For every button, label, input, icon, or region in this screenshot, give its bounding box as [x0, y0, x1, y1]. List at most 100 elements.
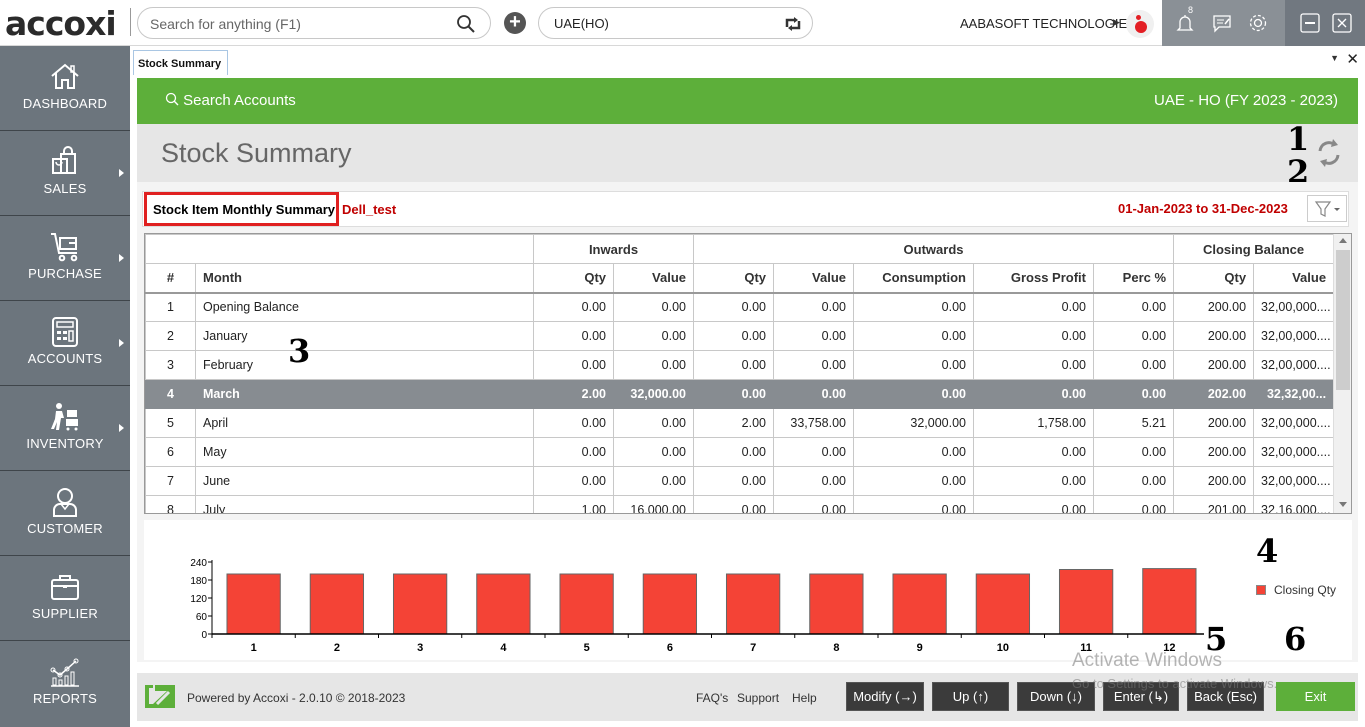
- company-avatar[interactable]: [1126, 10, 1154, 38]
- sidebar-label: REPORTS: [32, 691, 97, 706]
- cell-index: 3: [145, 350, 196, 380]
- cell-perc: 0.00: [1092, 495, 1175, 513]
- exit-button[interactable]: Exit: [1276, 682, 1355, 711]
- home-icon: [51, 63, 79, 89]
- sidebar-item-supplier[interactable]: SUPPLIER: [0, 556, 130, 641]
- table-row[interactable]: 4 March 2.00 32,000.00 0.00 0.00 0.00 0.00 0.00 2…: [145, 379, 1335, 409]
- cell-outwards-qty: 0.00: [693, 495, 774, 513]
- accoxi-logo: accoxi: [5, 4, 117, 43]
- col-header-perc[interactable]: Perc %: [1092, 263, 1175, 294]
- modify-button[interactable]: Modify (→): [846, 682, 924, 711]
- col-header-closing-qty[interactable]: Qty: [1173, 263, 1255, 294]
- col-header-inwards-qty[interactable]: Qty: [533, 263, 614, 294]
- switch-branch-icon[interactable]: [782, 13, 804, 35]
- add-button[interactable]: +: [504, 12, 526, 34]
- help-link[interactable]: Help: [792, 691, 817, 705]
- col-header-outwards-value[interactable]: Value: [773, 263, 854, 294]
- col-header-consumption[interactable]: Consumption: [853, 263, 974, 294]
- sidebar-item-accounts[interactable]: ACCOUNTS: [0, 301, 130, 386]
- minimize-icon[interactable]: [1299, 12, 1321, 34]
- cell-month: March: [195, 379, 534, 409]
- cell-inwards-qty: 0.00: [533, 321, 614, 351]
- close-icon[interactable]: [1331, 12, 1353, 34]
- table-row[interactable]: 1 Opening Balance 0.00 0.00 0.00 0.00 0.00 0.00…: [145, 292, 1335, 322]
- sidebar-item-inventory[interactable]: INVENTORY: [0, 386, 130, 471]
- cell-inwards-qty: 1.00: [533, 495, 614, 513]
- scroll-up-icon[interactable]: [1339, 238, 1347, 243]
- header-group-closing: Closing Balance: [1173, 234, 1335, 264]
- annotation-marker: 3: [288, 332, 311, 370]
- col-header-outwards-qty[interactable]: Qty: [693, 263, 774, 294]
- refresh-icon[interactable]: [1314, 136, 1344, 170]
- search-icon[interactable]: [456, 14, 476, 34]
- sidebar-item-customer[interactable]: CUSTOMER: [0, 471, 130, 556]
- table-row[interactable]: 2 January 0.00 0.00 0.00 0.00 0.00 0.00 0.00 200.…: [145, 321, 1335, 351]
- company-name[interactable]: AABASOFT TECHNOLOGIES: [960, 16, 1136, 31]
- message-icon[interactable]: [1211, 12, 1233, 34]
- cell-closing-qty: 200.00: [1173, 408, 1255, 438]
- branch-selector[interactable]: UAE(HO): [538, 7, 813, 39]
- filter-button[interactable]: [1307, 195, 1347, 222]
- global-search[interactable]: [137, 7, 491, 39]
- sidebar-label: CUSTOMER: [27, 521, 103, 536]
- table-row[interactable]: 5 April 0.00 0.00 2.00 33,758.00 32,000.00 1,75…: [145, 408, 1335, 438]
- sidebar-item-purchase[interactable]: PURCHASE: [0, 216, 130, 301]
- cell-index: 8: [145, 495, 196, 513]
- table-row[interactable]: 7 June 0.00 0.00 0.00 0.00 0.00 0.00 0.00 200.00 3…: [145, 466, 1335, 496]
- submenu-arrow-icon: [119, 424, 124, 432]
- tab-close-icon[interactable]: ✕: [1346, 50, 1359, 68]
- global-search-input[interactable]: [150, 14, 450, 34]
- header-group-row: Inwards Outwards Closing Balance: [145, 234, 1335, 264]
- tab-stock-summary[interactable]: Stock Summary: [133, 50, 228, 75]
- company-caret-icon[interactable]: ▶: [1113, 17, 1120, 28]
- cell-index: 5: [145, 408, 196, 438]
- cell-perc: 0.00: [1092, 321, 1175, 351]
- cell-inwards-qty: 0.00: [533, 466, 614, 496]
- table-row[interactable]: 6 May 0.00 0.00 0.00 0.00 0.00 0.00 0.00 200.00 32…: [145, 437, 1335, 467]
- cell-outwards-qty: 0.00: [693, 437, 774, 467]
- bar-closing-qty: [892, 573, 947, 635]
- table-row[interactable]: 3 February 0.00 0.00 0.00 0.00 0.00 0.00 0.00 200…: [145, 350, 1335, 380]
- sidebar-label: ACCOUNTS: [27, 351, 103, 366]
- cell-inwards-qty: 0.00: [533, 408, 614, 438]
- col-header-inwards-value[interactable]: Value: [613, 263, 694, 294]
- powered-by: Powered by Accoxi - 2.0.10 © 2018-2023: [187, 691, 406, 705]
- search-accounts-button[interactable]: Search Accounts: [165, 92, 296, 109]
- sidebar-item-sales[interactable]: SALES: [0, 131, 130, 216]
- sidebar-item-dashboard[interactable]: DASHBOARD: [0, 46, 130, 131]
- faq-link[interactable]: FAQ's: [696, 691, 728, 705]
- header-group-outwards: Outwards: [692, 234, 1175, 264]
- scroll-thumb[interactable]: [1336, 250, 1350, 390]
- x-tick-label: 8: [833, 642, 839, 654]
- table-scrollbar[interactable]: [1333, 234, 1351, 513]
- cell-outwards-value: 0.00: [773, 350, 854, 380]
- cell-gross-profit: 0.00: [973, 292, 1094, 322]
- sidebar-item-reports[interactable]: REPORTS: [0, 641, 130, 726]
- x-tick-label: 2: [334, 642, 340, 654]
- x-tick-label: 4: [500, 642, 507, 654]
- table-row[interactable]: 8 July 1.00 16,000.00 0.00 0.00 0.00 0.00 0.00 20…: [145, 495, 1335, 513]
- cell-outwards-value: 0.00: [773, 466, 854, 496]
- support-link[interactable]: Support: [737, 691, 779, 705]
- col-header-month[interactable]: Month: [195, 263, 534, 294]
- cart-icon: [51, 233, 78, 262]
- tab-list-dropdown-icon[interactable]: ▼: [1330, 53, 1339, 63]
- cell-gross-profit: 1,758.00: [973, 408, 1094, 438]
- col-header-gross-profit[interactable]: Gross Profit: [973, 263, 1094, 294]
- search-icon: [165, 92, 179, 106]
- submenu-arrow-icon: [119, 339, 124, 347]
- legend-swatch: [1256, 585, 1266, 595]
- col-header-closing-value[interactable]: Value: [1253, 263, 1335, 294]
- cell-index: 2: [145, 321, 196, 351]
- up-button[interactable]: Up (↑): [932, 682, 1009, 711]
- cell-outwards-value: 0.00: [773, 495, 854, 513]
- cell-inwards-value: 0.00: [613, 437, 694, 467]
- bell-icon[interactable]: [1174, 12, 1196, 34]
- col-header-index[interactable]: #: [145, 263, 196, 294]
- x-tick-label: 5: [584, 642, 590, 654]
- scroll-down-icon[interactable]: [1339, 502, 1347, 507]
- gear-icon[interactable]: [1247, 12, 1269, 34]
- accoxi-footer-logo: [145, 685, 175, 708]
- x-tick-label: 6: [667, 642, 673, 654]
- cell-closing-qty: 201.00: [1173, 495, 1255, 513]
